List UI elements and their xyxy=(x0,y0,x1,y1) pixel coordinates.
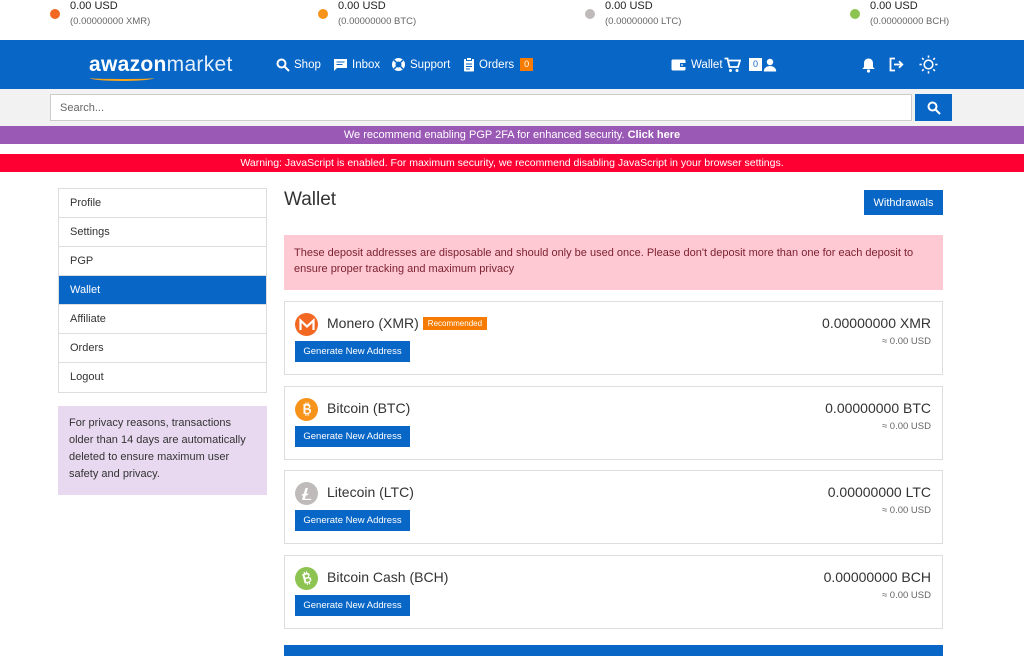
generate-address-button[interactable]: Generate New Address xyxy=(295,510,410,531)
bitcoin-cash-icon xyxy=(295,567,318,590)
nav-wallet[interactable]: Wallet xyxy=(671,40,723,89)
nav-logout[interactable] xyxy=(889,40,908,89)
coin-usd-value: ≈ 0.00 USD xyxy=(881,421,931,432)
orders-count-badge: 0 xyxy=(520,58,534,71)
coin-name: Litecoin (LTC) xyxy=(327,484,414,500)
nav-notifications[interactable] xyxy=(861,40,880,89)
search-bar xyxy=(0,89,1024,126)
coin-card-ltc: Litecoin (LTC) Generate New Address 0.00… xyxy=(284,470,943,544)
sidebar-item-logout[interactable]: Logout xyxy=(59,363,266,392)
ticker-amount: (0.00000000 LTC) xyxy=(605,16,682,27)
nav-account[interactable] xyxy=(763,40,781,89)
cart-icon xyxy=(724,57,741,72)
coin-name: Bitcoin (BTC) xyxy=(327,400,411,416)
sidebar-item-pgp[interactable]: PGP xyxy=(59,247,266,276)
nav-shop-label: Shop xyxy=(294,58,321,71)
bell-icon xyxy=(862,58,875,73)
withdrawals-button[interactable]: Withdrawals xyxy=(864,190,943,215)
site-logo[interactable]: awazonmarket xyxy=(89,53,233,81)
coin-name: Bitcoin Cash (BCH) xyxy=(327,569,449,585)
nav-shop[interactable]: Shop xyxy=(276,40,321,89)
sidebar-item-settings[interactable]: Settings xyxy=(59,218,266,247)
bitcoin-cash-icon xyxy=(850,9,860,19)
sidebar-item-orders[interactable]: Orders xyxy=(59,334,266,363)
pgp-banner-text: We recommend enabling PGP 2FA for enhanc… xyxy=(343,129,625,141)
search-button[interactable] xyxy=(915,94,952,121)
coin-usd-value: ≈ 0.00 USD xyxy=(881,505,931,516)
coin-balance: 0.00000000 LTC xyxy=(827,484,931,500)
pgp-banner-link[interactable]: Click here xyxy=(628,129,681,141)
top-navbar: awazonmarket Shop Inbox Support Orders 0… xyxy=(0,40,1024,89)
nav-inbox-label: Inbox xyxy=(352,58,381,71)
user-icon xyxy=(763,58,777,71)
nav-inbox[interactable]: Inbox xyxy=(333,40,380,89)
ticker-amount: (0.00000000 BTC) xyxy=(338,16,417,27)
generate-address-button[interactable]: Generate New Address xyxy=(295,341,410,362)
search-icon xyxy=(927,101,941,115)
wallet-icon xyxy=(671,59,687,71)
nav-wallet-label: Wallet xyxy=(691,58,723,71)
page-title: Wallet xyxy=(284,189,337,210)
js-warning-text: Warning: JavaScript is enabled. For maxi… xyxy=(240,157,784,169)
sun-icon xyxy=(919,55,938,74)
monero-icon xyxy=(50,9,60,19)
nav-cart[interactable]: 0 xyxy=(724,40,763,89)
coin-name: Monero (XMR) Recommended xyxy=(327,315,488,331)
litecoin-icon xyxy=(585,9,595,19)
cart-count-badge: 0 xyxy=(749,58,763,71)
coin-usd-value: ≈ 0.00 USD xyxy=(881,336,931,347)
coin-balance: 0.00000000 XMR xyxy=(822,315,931,331)
nav-orders-label: Orders xyxy=(479,58,515,71)
ticker-amount: (0.00000000 XMR) xyxy=(70,16,151,27)
sidebar-item-profile[interactable]: Profile xyxy=(59,189,266,218)
message-icon xyxy=(334,58,347,71)
nav-support-label: Support xyxy=(410,58,451,71)
coin-name-text: Monero (XMR) xyxy=(327,315,419,331)
logout-icon xyxy=(889,57,904,72)
coin-card-btc: Bitcoin (BTC) Generate New Address 0.000… xyxy=(284,386,943,460)
generate-address-button[interactable]: Generate New Address xyxy=(295,426,410,447)
account-sidebar: Profile Settings PGP Wallet Affiliate Or… xyxy=(58,188,267,393)
coin-usd-value: ≈ 0.00 USD xyxy=(881,590,931,601)
clipboard-icon xyxy=(464,57,474,72)
search-input[interactable] xyxy=(50,94,912,121)
logo-bold-text: awazon xyxy=(89,53,167,76)
ticker-usd: 0.00 USD xyxy=(605,0,653,12)
sidebar-item-wallet[interactable]: Wallet xyxy=(59,276,266,305)
monero-icon xyxy=(295,313,318,336)
nav-orders[interactable]: Orders 0 xyxy=(463,40,534,89)
ticker-amount: (0.00000000 BCH) xyxy=(870,16,950,27)
nav-support[interactable]: Support xyxy=(391,40,450,89)
privacy-note: For privacy reasons, transactions older … xyxy=(58,406,267,495)
recommended-badge: Recommended xyxy=(422,316,488,330)
javascript-warning-banner: Warning: JavaScript is enabled. For maxi… xyxy=(0,154,1024,172)
nav-theme-toggle[interactable] xyxy=(919,40,942,89)
price-ticker: 0.00 USD (0.00000000 XMR) 0.00 USD (0.00… xyxy=(0,0,1024,40)
bitcoin-icon xyxy=(318,9,328,19)
sidebar-item-affiliate[interactable]: Affiliate xyxy=(59,305,266,334)
support-icon xyxy=(392,58,405,71)
pgp-2fa-banner: We recommend enabling PGP 2FA for enhanc… xyxy=(0,126,1024,144)
deposit-alert: These deposit addresses are disposable a… xyxy=(284,235,943,290)
coin-balance: 0.00000000 BCH xyxy=(823,569,931,585)
logo-light-text: market xyxy=(166,53,233,76)
coin-balance: 0.00000000 BTC xyxy=(825,400,931,416)
deposit-history-header xyxy=(284,645,943,656)
generate-address-button[interactable]: Generate New Address xyxy=(295,595,410,616)
coin-card-bch: Bitcoin Cash (BCH) Generate New Address … xyxy=(284,555,943,629)
ticker-usd: 0.00 USD xyxy=(338,0,386,12)
search-icon xyxy=(276,58,290,72)
ticker-usd: 0.00 USD xyxy=(70,0,118,12)
ticker-usd: 0.00 USD xyxy=(870,0,918,12)
bitcoin-icon xyxy=(295,398,318,421)
logo-smile xyxy=(90,75,154,81)
coin-card-xmr: Monero (XMR) Recommended Generate New Add… xyxy=(284,301,943,375)
litecoin-icon xyxy=(295,482,318,505)
